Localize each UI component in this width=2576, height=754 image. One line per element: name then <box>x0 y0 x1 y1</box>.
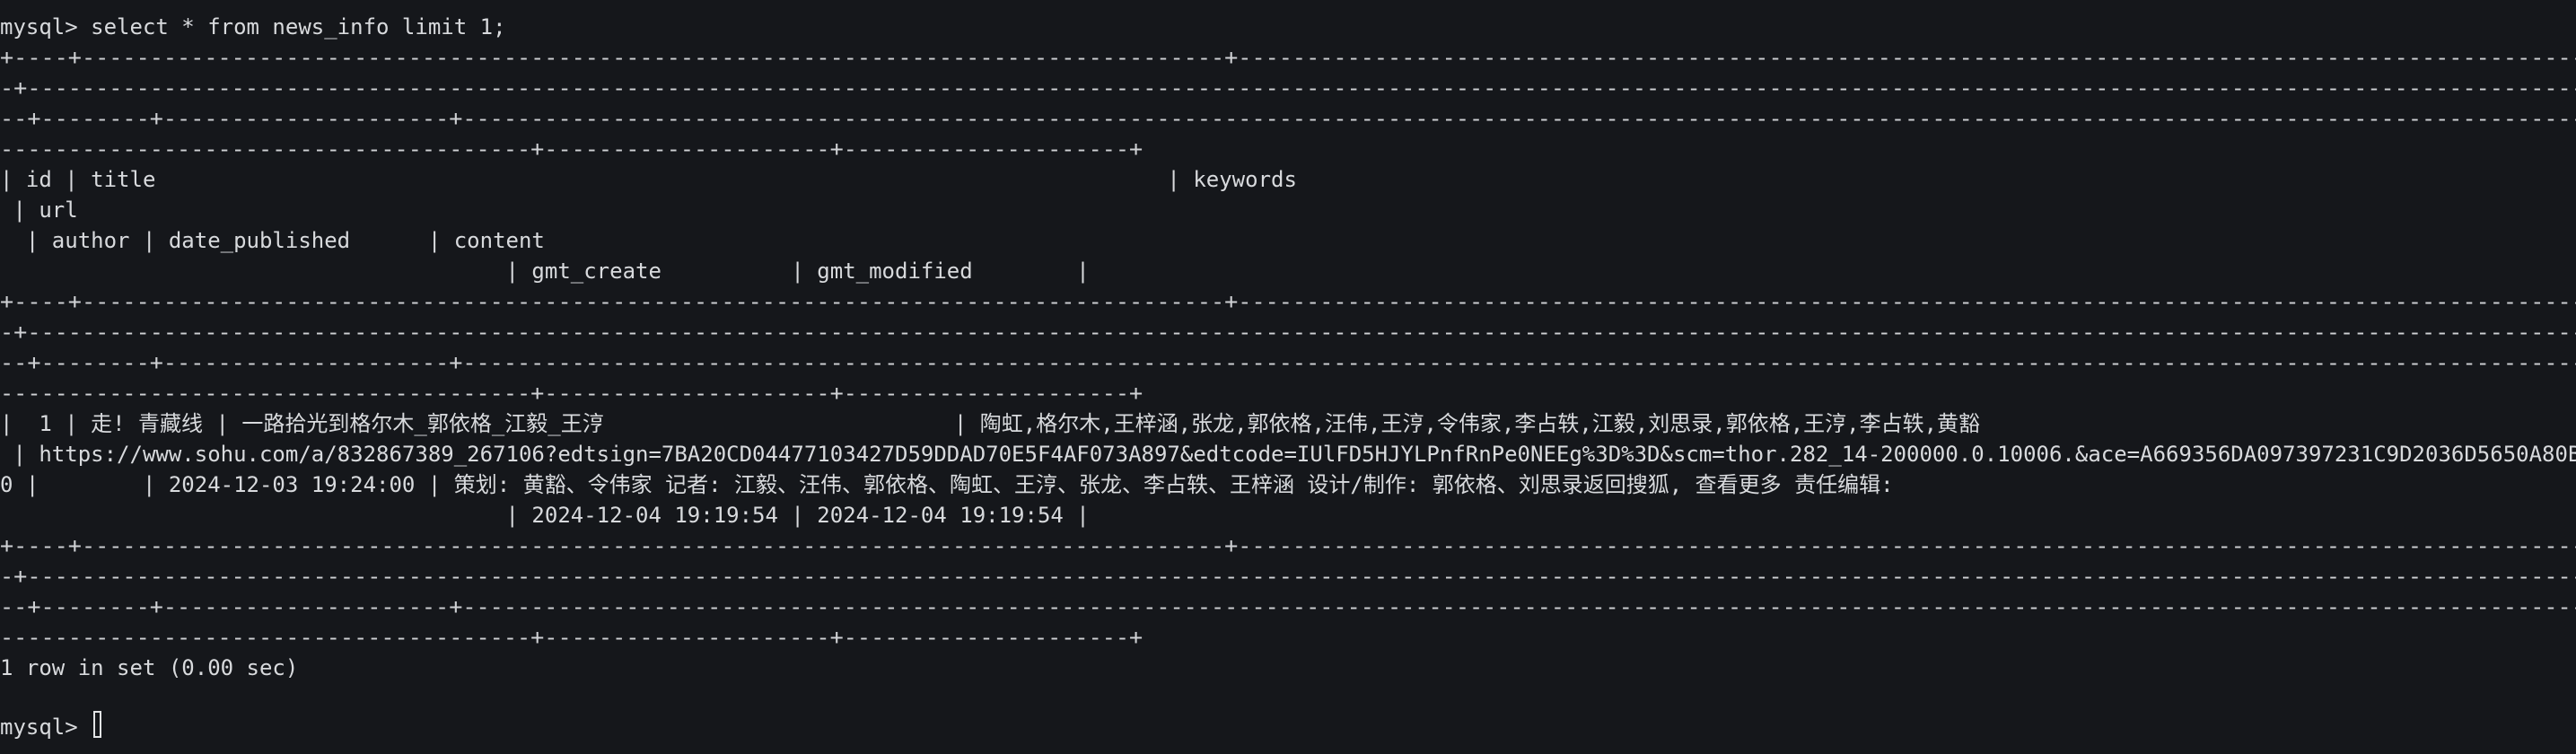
prompt-line: mysql> <box>0 715 92 740</box>
table-border-mid-4: ---------------------------------------+… <box>0 381 1143 406</box>
table-border-top-4: ---------------------------------------+… <box>0 136 1143 162</box>
table-border-bottom-1: +----+----------------------------------… <box>0 533 2576 558</box>
table-border-bottom-4: ---------------------------------------+… <box>0 625 1143 650</box>
table-border-mid-3: --+--------+---------------------+------… <box>0 350 2576 375</box>
table-border-bottom-3: --+--------+---------------------+------… <box>0 594 2576 619</box>
cursor-icon[interactable] <box>93 711 101 738</box>
table-border-top-1: +----+----------------------------------… <box>0 45 2576 70</box>
command-line: mysql> select * from news_info limit 1; <box>0 14 506 39</box>
table-border-mid-1: +----+----------------------------------… <box>0 289 2576 314</box>
table-border-mid-2: -+--------------------------------------… <box>0 320 2576 345</box>
row-line-4: | 2024-12-04 19:19:54 | 2024-12-04 19:19… <box>0 503 1090 528</box>
row-line-3: 0 | | 2024-12-03 19:24:00 | 策划: 黄豁、令伟家 记… <box>0 472 1894 497</box>
terminal-window[interactable]: mysql> select * from news_info limit 1; … <box>0 0 2576 754</box>
header-line-4: | gmt_create | gmt_modified | <box>0 259 1090 284</box>
row-line-2: | https://www.sohu.com/a/832867389_26710… <box>0 442 2576 467</box>
header-line-2: | url <box>0 197 78 223</box>
result-summary: 1 row in set (0.00 sec) <box>0 655 299 680</box>
table-border-top-2: -+--------------------------------------… <box>0 75 2576 101</box>
header-line-1: | id | title | keywords <box>0 167 1297 192</box>
table-border-bottom-2: -+--------------------------------------… <box>0 564 2576 589</box>
header-line-3: | author | date_published | content <box>0 228 545 253</box>
table-border-top-3: --+--------+---------------------+------… <box>0 106 2576 131</box>
row-line-1: | 1 | 走! 青藏线 | 一路拾光到格尔木_郭依格_江毅_王涥 | 陶虹,格… <box>0 411 1981 436</box>
